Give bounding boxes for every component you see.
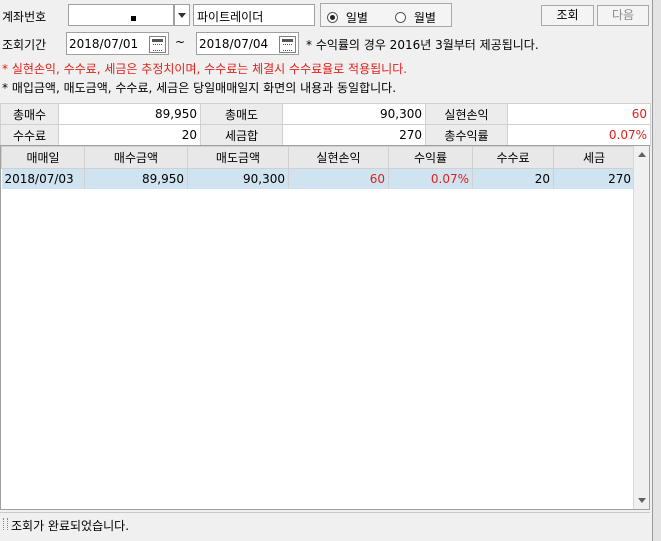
col-realized-pnl[interactable]: 실현손익 [288,146,389,169]
masked-account-marker [131,16,136,21]
cell-buy-amount: 89,950 [84,168,188,189]
period-label: 조회기간 [2,38,47,52]
radio-monthly-label: 월별 [413,11,436,25]
tax-value: 270 [282,124,426,146]
total-sell-label: 총매도 [200,103,283,125]
tax-label: 세금합 [200,124,283,146]
return-note: * 수익률의 경우 2016년 3월부터 제공됩니다. [306,38,539,52]
trade-grid-table: 매매일 매수금액 매도금액 실현손익 수익률 수수료 세금 2018/07/03… [1,146,635,189]
radio-unselected-icon [395,12,406,23]
fee-value: 20 [58,124,201,146]
radio-daily[interactable]: 일별 [327,9,368,26]
period-separator: ~ [175,35,186,49]
query-button[interactable]: 조회 [541,5,594,26]
total-sell-value: 90,300 [282,103,426,125]
status-text: 조회가 완료되었습니다. [11,519,130,533]
cell-return-rate: 0.07% [388,168,473,189]
scroll-up-icon[interactable] [638,152,646,157]
col-buy-amount[interactable]: 매수금액 [84,146,188,169]
radio-selected-icon [327,12,338,23]
start-date-value: 2018/07/01 [69,37,139,51]
period-radio-group: 일별 월별 [320,3,452,27]
cell-sell-amount: 90,300 [187,168,289,189]
radio-monthly[interactable]: 월별 [395,9,436,26]
account-dropdown-button[interactable] [174,4,190,26]
chevron-down-icon [178,13,186,18]
calendar-icon[interactable] [279,36,296,53]
total-return-label: 총수익률 [425,124,508,146]
next-button[interactable]: 다음 [597,5,649,26]
col-sell-amount[interactable]: 매도금액 [187,146,289,169]
status-bar: 조회가 완료되었습니다. [0,512,650,535]
grip-icon [3,518,8,530]
col-return-rate[interactable]: 수익률 [388,146,473,169]
fee-label: 수수료 [0,124,59,146]
summary-table: 총매수 89,950 총매도 90,300 실현손익 60 수수료 20 세금합… [0,103,651,146]
total-buy-label: 총매수 [0,103,59,125]
total-return-value: 0.07% [507,124,651,146]
col-tax[interactable]: 세금 [553,146,635,169]
radio-daily-label: 일별 [345,11,368,25]
account-number-field[interactable] [68,4,174,26]
cell-realized-pnl: 60 [288,168,389,189]
cell-fee: 20 [472,168,554,189]
notice-same-content: * 매입금액, 매도금액, 수수료, 세금은 당일매매일지 화면의 내용과 동일… [2,81,397,95]
vertical-scrollbar[interactable] [633,146,649,509]
trade-grid: 매매일 매수금액 매도금액 실현손익 수익률 수수료 세금 2018/07/03… [0,145,650,510]
table-row[interactable]: 2018/07/03 89,950 90,300 60 0.07% 20 270 [1,168,635,189]
background-window-edge [652,0,661,541]
start-date-field[interactable]: 2018/07/01 [66,32,169,55]
total-buy-value: 89,950 [58,103,201,125]
col-fee[interactable]: 수수료 [472,146,554,169]
col-trade-date[interactable]: 매매일 [1,146,85,169]
calendar-icon[interactable] [149,36,166,53]
cell-trade-date: 2018/07/03 [1,168,85,189]
end-date-value: 2018/07/04 [199,37,269,51]
cell-tax: 270 [553,168,635,189]
notice-estimate: * 실현손익, 수수료, 세금은 추정치이며, 수수료는 체결시 수수료율로 적… [2,62,408,76]
realized-pnl-label: 실현손익 [425,103,508,125]
scroll-down-icon[interactable] [638,498,646,503]
account-label: 계좌번호 [2,10,47,24]
account-name-field: 파이트레이더 [193,4,315,26]
end-date-field[interactable]: 2018/07/04 [196,32,299,55]
realized-pnl-value: 60 [507,103,651,125]
